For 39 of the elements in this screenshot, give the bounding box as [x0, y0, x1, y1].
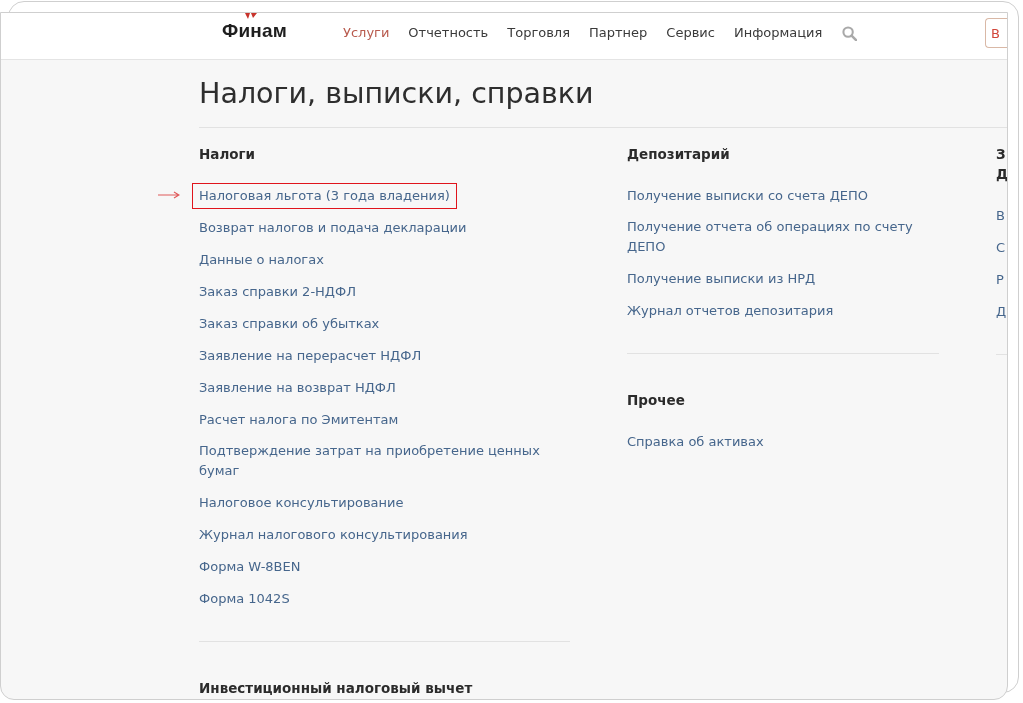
section-link[interactable]: Получение выписки со счета ДЕПО [627, 186, 869, 206]
section-link[interactable]: Д [996, 302, 1007, 322]
section-heading: З Д [996, 145, 1007, 184]
page-title: Налоги, выписки, справки [199, 76, 595, 112]
section-link[interactable]: Заявление на перерасчет НДФЛ [199, 346, 422, 366]
section-link[interactable]: Форма W-8BEN [199, 557, 301, 577]
search-icon[interactable] [842, 25, 858, 41]
section-link[interactable]: Получение отчета об операциях по счету ДЕПО [627, 217, 939, 257]
section-link[interactable]: Получение выписки из НРД [627, 269, 816, 289]
nav-link[interactable]: Сервис [666, 23, 715, 43]
nav-link[interactable]: Информация [733, 23, 823, 43]
section-link[interactable]: Подтверждение затрат на приобретение ценных бумаг [199, 441, 570, 481]
section-link[interactable]: Форма 1042S [199, 589, 290, 609]
section-link[interactable]: Заявление на возврат НДФЛ [199, 378, 396, 398]
section-link[interactable]: Возврат налогов и подача декларации [199, 218, 467, 238]
nav-link[interactable]: Отчетность [408, 23, 489, 43]
nav-link[interactable]: Торговля [507, 23, 570, 43]
section-link[interactable]: Р [996, 270, 1004, 290]
section-link[interactable]: Данные о налогах [199, 250, 324, 270]
brand-logo[interactable]: Финам [222, 21, 287, 41]
header-button[interactable]: В [985, 18, 1007, 48]
section-link[interactable]: Журнал налогового консультирования [199, 525, 468, 545]
section-link[interactable]: Заказ справки об убытках [199, 314, 380, 334]
section-link[interactable]: В [996, 206, 1005, 226]
section-link[interactable]: Справка об активах [627, 432, 764, 452]
section-link[interactable]: Заказ справки 2-НДФЛ [199, 282, 356, 302]
section-link[interactable]: Налоговая льгота (3 года владения) [192, 183, 457, 209]
nav-link[interactable]: Партнер [589, 23, 648, 43]
section-heading: Прочее [627, 391, 686, 410]
section-link[interactable]: С [996, 238, 1006, 258]
nav-link[interactable]: Услуги [343, 23, 390, 43]
arrow-icon [158, 191, 180, 199]
section-heading: Депозитарий [627, 145, 731, 164]
section-link[interactable]: Налоговое консультирование [199, 493, 404, 513]
section-heading: Инвестиционный налоговый вычет [199, 679, 474, 698]
section-heading: Налоги [199, 145, 257, 164]
logo-mark-icon [245, 13, 257, 19]
section-link[interactable]: Журнал отчетов депозитария [627, 301, 834, 321]
section-link[interactable]: Расчет налога по Эмитентам [199, 410, 399, 430]
